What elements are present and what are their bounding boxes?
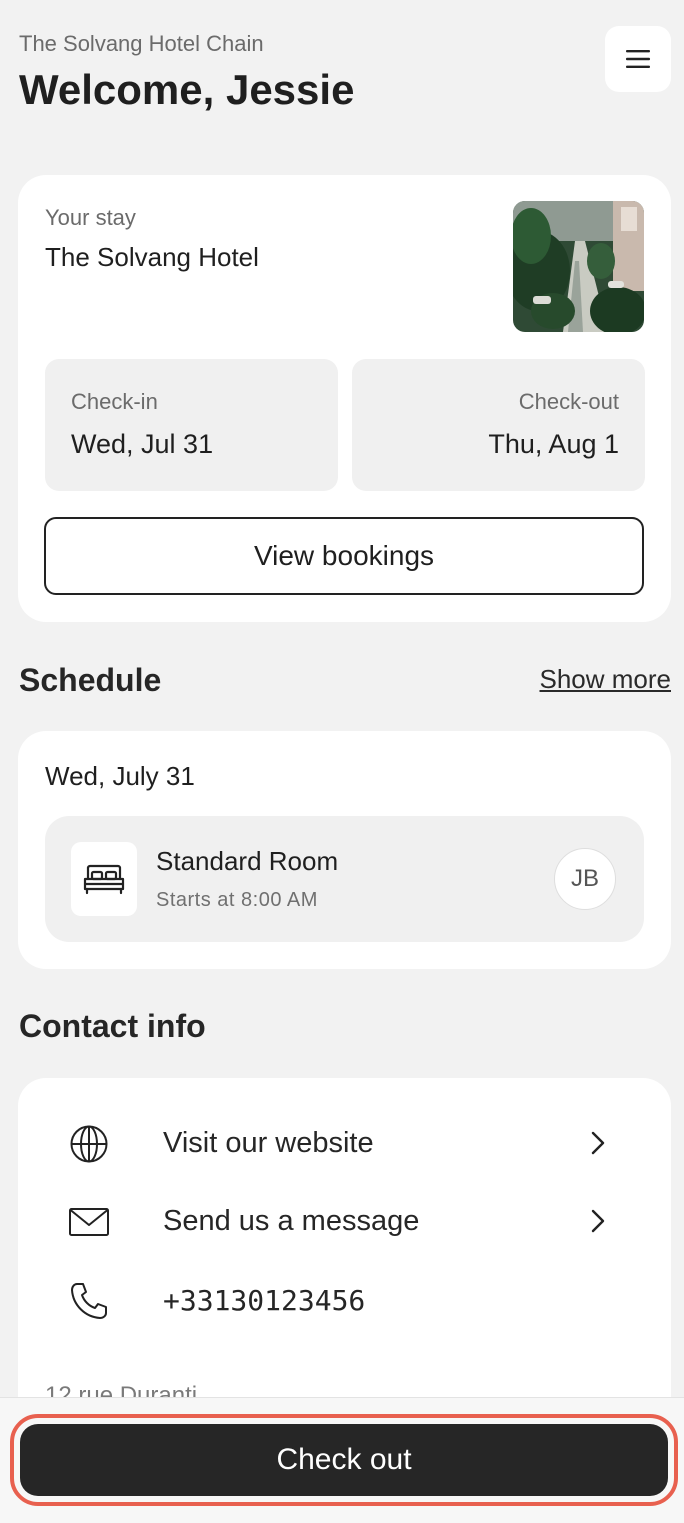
room-name: Standard Room xyxy=(156,846,339,876)
check-in-box: Check-in Wed, Jul 31 xyxy=(45,359,338,491)
visit-website-label: Visit our website xyxy=(163,1127,374,1159)
room-start-time: Starts at 8:00 AM xyxy=(156,889,318,911)
stay-hotel-name: The Solvang Hotel xyxy=(45,242,259,272)
chevron-right-icon xyxy=(591,1131,605,1155)
check-out-label: Check-out xyxy=(518,389,619,414)
check-out-button[interactable]: Check out xyxy=(20,1424,668,1496)
show-more-link[interactable]: Show more xyxy=(540,664,672,695)
check-out-date: Thu, Aug 1 xyxy=(488,429,619,459)
menu-button[interactable] xyxy=(605,26,671,92)
schedule-card: Wed, July 31 Standard Room Starts at 8:0… xyxy=(18,731,671,969)
schedule-date: Wed, July 31 xyxy=(45,761,195,791)
schedule-item[interactable]: Standard Room Starts at 8:00 AM JB xyxy=(45,816,644,942)
send-message-label: Send us a message xyxy=(163,1205,420,1237)
check-in-label: Check-in xyxy=(71,389,158,414)
contact-info-title: Contact info xyxy=(19,1008,206,1044)
hotel-photo xyxy=(513,201,644,332)
view-bookings-button[interactable]: View bookings xyxy=(44,517,644,595)
hotel-chain-name: The Solvang Hotel Chain xyxy=(19,31,264,56)
stay-label: Your stay xyxy=(45,205,136,230)
globe-icon xyxy=(70,1125,108,1163)
chevron-right-icon xyxy=(591,1209,605,1233)
check-out-box: Check-out Thu, Aug 1 xyxy=(352,359,645,491)
header: The Solvang Hotel Chain Welcome, Jessie xyxy=(19,28,354,118)
stay-card: Your stay The Solvang Hotel Check-in Wed… xyxy=(18,175,671,622)
phone-icon xyxy=(71,1283,107,1319)
mail-icon xyxy=(69,1208,109,1236)
welcome-title: Welcome, Jessie xyxy=(19,66,355,113)
check-in-date: Wed, Jul 31 xyxy=(71,429,214,459)
avatar: JB xyxy=(554,848,616,910)
bed-icon xyxy=(83,864,125,895)
schedule-title: Schedule xyxy=(19,662,162,698)
visit-website-row[interactable]: Visit our website xyxy=(18,1113,671,1173)
hamburger-menu-icon xyxy=(626,50,650,68)
phone-row[interactable]: +33130123456 xyxy=(18,1270,671,1330)
send-message-row[interactable]: Send us a message xyxy=(18,1191,671,1251)
phone-number: +33130123456 xyxy=(163,1284,366,1317)
bed-icon-box xyxy=(71,842,137,916)
